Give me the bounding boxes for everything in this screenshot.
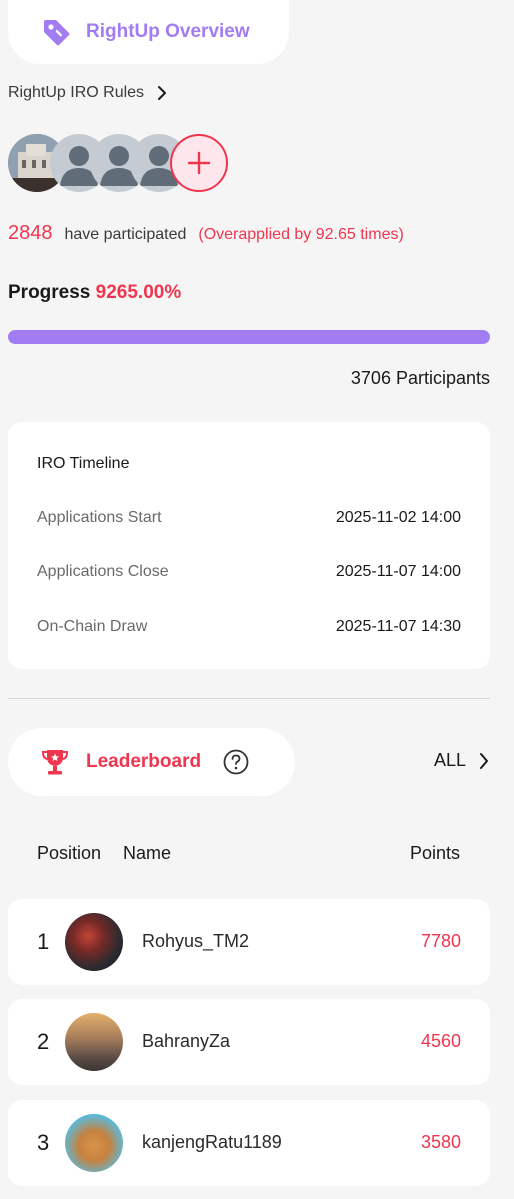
progress-bar-fill (8, 330, 490, 344)
timeline-row: Applications Start 2025-11-02 14:00 (37, 509, 461, 527)
timeline-label: Applications Start (37, 509, 162, 526)
overview-header: RightUp Overview (8, 0, 289, 64)
header-name: Name (123, 843, 172, 863)
iro-rules-link[interactable]: RightUp IRO Rules (8, 82, 168, 104)
chevron-right-icon (480, 752, 488, 769)
participants-count: 3706 Participants (350, 368, 490, 388)
participation-count: 2848 (8, 222, 53, 244)
timeline-label: Applications Close (37, 563, 169, 580)
timeline-row: Applications Close 2025-11-07 14:00 (37, 563, 461, 581)
all-label: ALL (433, 750, 466, 770)
row-rank: 3 (37, 1130, 50, 1155)
overapplied-text: (Overapplied by 92.65 times) (198, 226, 404, 243)
avatar (65, 1013, 123, 1071)
timeline-label: On-Chain Draw (37, 618, 148, 635)
tag-icon (44, 20, 70, 46)
leaderboard-row[interactable]: 3 kanjengRatu1189 3580 (8, 1100, 490, 1186)
leaderboard-table-header: Position Name Points (37, 843, 460, 864)
leaderboard-row[interactable]: 1 Rohyus_TM2 7780 (8, 899, 490, 985)
leaderboard-all-link[interactable]: ALL (434, 750, 490, 771)
row-name: BahranyZa (142, 1031, 231, 1051)
iro-timeline-card: IRO Timeline Applications Start 2025-11-… (8, 422, 490, 669)
row-name: kanjengRatu1189 (142, 1132, 282, 1152)
leaderboard-row[interactable]: 2 BahranyZa 4560 (8, 999, 490, 1085)
row-rank: 2 (37, 1029, 50, 1054)
avatar (65, 1114, 123, 1172)
timeline-row: On-Chain Draw 2025-11-07 14:30 (37, 618, 461, 636)
iro-rules-label: RightUp IRO Rules (8, 84, 145, 101)
row-rank: 1 (37, 929, 50, 954)
participation-summary: 2848 have participated (Overapplied by 9… (8, 222, 404, 245)
leaderboard-header: Leaderboard (8, 728, 295, 796)
timeline-title: IRO Timeline (37, 455, 130, 472)
progress-bar (8, 330, 490, 344)
avatar (65, 913, 123, 971)
header-points: Points (409, 843, 460, 863)
progress-label-text: Progress (8, 282, 91, 303)
chevron-right-icon (158, 86, 167, 100)
overview-title: RightUp Overview (86, 21, 250, 42)
help-icon[interactable] (223, 749, 249, 775)
timeline-value: 2025-11-02 14:00 (335, 509, 461, 526)
timeline-value: 2025-11-07 14:00 (335, 563, 461, 580)
row-points: 4560 (420, 1031, 461, 1051)
leaderboard-title: Leaderboard (86, 751, 202, 772)
timeline-value: 2025-11-07 14:30 (335, 618, 461, 635)
plus-icon (187, 151, 211, 175)
row-name: Rohyus_TM2 (142, 931, 250, 951)
header-position: Position (37, 843, 102, 863)
participant-avatars (8, 134, 238, 192)
participation-text: have participated (64, 226, 187, 243)
row-points: 3580 (420, 1132, 461, 1152)
progress-label: Progress 9265.00% (8, 282, 181, 304)
row-points: 7780 (420, 931, 461, 951)
add-participant-button[interactable] (170, 134, 228, 192)
section-divider (8, 698, 490, 699)
progress-percent: 9265.00% (95, 282, 182, 303)
trophy-icon (41, 750, 69, 775)
